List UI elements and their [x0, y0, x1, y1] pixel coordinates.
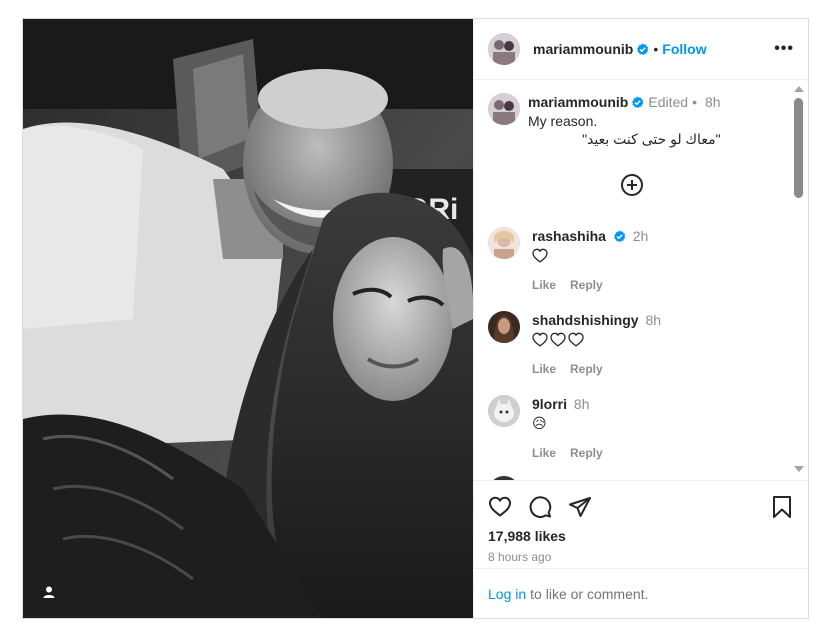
comment-username[interactable]: shahdshishingy — [532, 312, 639, 328]
comments-scrollbar[interactable] — [791, 80, 808, 480]
comment-text: 😥 — [532, 414, 603, 432]
caption-body: mariammounib Edited • 8h My reason. "معا… — [528, 93, 721, 148]
comment-reply-button[interactable]: Reply — [570, 276, 603, 294]
login-link[interactable]: Log in — [488, 586, 526, 602]
comment-avatar[interactable] — [488, 311, 520, 343]
post-caption: mariammounib Edited • 8h My reason. "معا… — [488, 93, 788, 148]
comment-time: 8h — [645, 312, 662, 328]
scroll-up-arrow[interactable] — [794, 86, 804, 92]
post-dialog: GRi — [22, 18, 809, 619]
comment-avatar-image — [488, 227, 520, 259]
more-options-icon[interactable]: ••• — [774, 40, 794, 58]
verified-badge-icon — [613, 230, 626, 243]
heart-outline-icon — [568, 332, 584, 347]
comment-item: 9lorri 8h 😥 Like Reply — [488, 395, 788, 462]
caption-separator: • — [692, 94, 697, 110]
comment-icon[interactable] — [528, 495, 552, 519]
comment-reply-button[interactable]: Reply — [570, 444, 603, 462]
comment-actions: Like Reply — [532, 444, 603, 462]
login-prompt: Log in to like or comment. — [474, 568, 808, 618]
comment-like-button[interactable]: Like — [532, 360, 556, 378]
comment-avatar[interactable] — [488, 395, 520, 427]
comments-list[interactable]: mariammounib Edited • 8h My reason. "معا… — [474, 80, 808, 480]
caption-text-line-2: "معاك لو حتى كنت بعيد" — [582, 131, 721, 147]
comment-text — [532, 330, 661, 348]
comment-actions: Like Reply — [532, 360, 661, 378]
scroll-thumb[interactable] — [794, 98, 803, 198]
photo-image: GRi — [23, 19, 473, 618]
caption-meta: mariammounib Edited • 8h — [528, 93, 721, 111]
comment-time: 2h — [632, 228, 649, 244]
user-tag-icon — [43, 586, 55, 598]
sad-face-emoji: 😥 — [532, 415, 547, 431]
comment-avatar[interactable] — [488, 227, 520, 259]
bookmark-icon[interactable] — [770, 495, 794, 519]
post-header: mariammounib • Follow ••• — [474, 19, 808, 80]
verified-badge-icon — [637, 42, 649, 55]
comment-actions: Like Reply — [532, 276, 648, 294]
post-side-panel: mariammounib • Follow ••• mariammounib E… — [473, 19, 808, 618]
post-photo[interactable]: GRi — [23, 19, 473, 618]
comment-time: 8h — [573, 396, 590, 412]
author-avatar[interactable] — [488, 33, 520, 65]
share-icon[interactable] — [568, 495, 592, 519]
caption-edited: Edited — [648, 94, 689, 110]
comment-item: shahdshishingy 8h Like Reply — [488, 311, 788, 378]
comment-avatar-image — [488, 395, 520, 427]
comment-body: shahdshishingy 8h Like Reply — [532, 311, 661, 378]
author-username[interactable]: mariammounib — [533, 41, 633, 57]
caption-avatar[interactable] — [488, 93, 520, 125]
heart-outline-icon — [550, 332, 566, 347]
comment-like-button[interactable]: Like — [532, 276, 556, 294]
add-circle-icon[interactable] — [620, 173, 644, 197]
caption-avatar-image — [488, 93, 520, 125]
comment-username[interactable]: 9lorri — [532, 396, 567, 412]
comment-meta: rashashiha 2h — [532, 227, 648, 245]
comment-meta: shahdshishingy 8h — [532, 311, 661, 329]
heart-outline-icon — [532, 248, 548, 263]
author-avatar-image — [488, 33, 520, 65]
caption-username[interactable]: mariammounib — [528, 93, 628, 111]
follow-button[interactable]: Follow — [662, 41, 706, 57]
comment-body: 9lorri 8h 😥 Like Reply — [532, 395, 603, 462]
header-separator: • — [653, 41, 659, 57]
comment-item: rashashiha 2h Like Reply — [488, 227, 788, 294]
verified-badge-icon — [632, 95, 644, 108]
comment-avatar-image — [488, 311, 520, 343]
comment-body: rashashiha 2h Like Reply — [532, 227, 648, 294]
comment-username[interactable]: rashashiha — [532, 228, 606, 244]
caption-text-line-1: My reason. — [528, 113, 598, 129]
comment-like-button[interactable]: Like — [532, 444, 556, 462]
scroll-down-arrow[interactable] — [794, 466, 804, 472]
comment-text — [532, 246, 648, 264]
comment-reply-button[interactable]: Reply — [570, 360, 603, 378]
login-prompt-text: to like or comment. — [530, 585, 649, 602]
heart-icon[interactable] — [488, 495, 512, 519]
heart-outline-icon — [532, 332, 548, 347]
caption-time: 8h — [704, 94, 721, 110]
user-tag-button[interactable] — [35, 578, 63, 606]
post-time-ago: 8 hours ago — [488, 550, 552, 564]
action-icons — [488, 481, 794, 533]
likes-count[interactable]: 17,988 likes — [488, 528, 794, 544]
comment-meta: 9lorri 8h — [532, 395, 603, 413]
post-actions: 17,988 likes 8 hours ago — [474, 480, 808, 567]
